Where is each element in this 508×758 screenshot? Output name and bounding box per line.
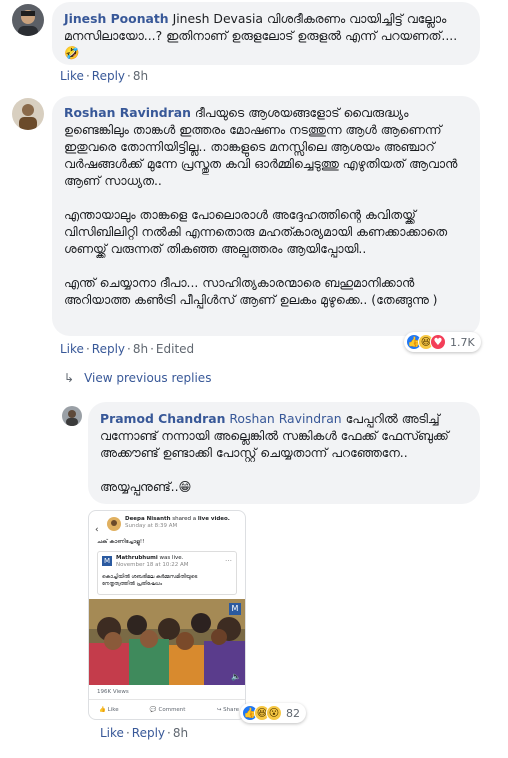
view-count: 196K Views — [97, 689, 129, 695]
view-previous-replies[interactable]: ↳ View previous replies — [64, 371, 211, 385]
shared-post-image[interactable]: ‹ Deepa Nisanth shared a live video. Sun… — [88, 510, 246, 720]
comment-actions: Like · Reply · 8h — [60, 69, 149, 83]
reaction-count: 1.7K — [450, 335, 475, 349]
reply-link[interactable]: Reply — [132, 726, 165, 740]
reaction-summary[interactable]: 👍 😆 😮 82 — [240, 703, 306, 723]
mini-comment-button: 💬 Comment — [149, 707, 186, 713]
mini-share-button: ↪ Share — [216, 707, 239, 713]
comment-text: എന്ത് ചെയ്യാനാ ദീപാ... സാഹിത്യകാരന്മാരെ … — [64, 275, 438, 307]
timestamp[interactable]: 8h — [133, 342, 148, 356]
shared-text: shared a — [172, 516, 197, 522]
like-link[interactable]: Like — [100, 726, 124, 740]
more-icon: … — [225, 555, 232, 563]
mathrubhumi-logo-icon: M — [102, 556, 112, 566]
video-description: കൊച്ചിയിൽ ശബരിമല കർമ്മസമിതിയുടെ നേതൃത്വത… — [102, 574, 198, 587]
reply-text: അയ്യപ്പനുണ്ട്..😁 — [100, 479, 192, 494]
comment-text: എന്തായാലും താങ്കളെ പോലൊരാൾ അദ്ദേഹത്തിന്റ… — [64, 207, 448, 256]
shared-caption: ചക് കാണിച്ചോളൂ!! — [97, 539, 145, 545]
comment-icon: 💬 — [149, 707, 157, 713]
sharer-name: Deepa Nisanth — [125, 516, 171, 522]
timestamp[interactable]: 8h — [133, 69, 148, 83]
page-name: Mathrubhumi — [116, 555, 158, 561]
share-icon: ↪ — [216, 707, 222, 713]
reply-actions: Like · Reply · 8h — [100, 726, 189, 740]
page-date: November 18 at 10:22 AM — [116, 562, 189, 568]
love-reaction-icon: ♥ — [430, 334, 446, 350]
comment-author[interactable]: Roshan Ravindran — [64, 105, 191, 120]
page-suffix: was live. — [159, 555, 184, 561]
like-icon: 👍 — [99, 707, 106, 713]
reply-arrow-icon: ↳ — [64, 371, 75, 385]
comment-bubble: Jinesh Poonath Jinesh Devasia വിശദീകരണം … — [52, 2, 480, 65]
live-text: live video. — [197, 516, 230, 522]
comment-author[interactable]: Jinesh Poonath — [64, 11, 169, 26]
avatar — [107, 517, 121, 531]
like-link[interactable]: Like — [60, 342, 84, 356]
like-link[interactable]: Like — [60, 69, 84, 83]
chevron-left-icon: ‹ — [95, 525, 99, 535]
avatar[interactable] — [12, 4, 44, 36]
mention-link[interactable]: Roshan Ravindran — [229, 411, 341, 426]
shared-date: Sunday at 8:39 AM — [125, 523, 178, 529]
video-thumbnail[interactable]: M 🔈 — [89, 599, 245, 685]
reaction-summary[interactable]: 👍 😆 ♥ 1.7K — [404, 332, 481, 352]
comment-bubble: Roshan Ravindran ദീപയുടെ ആശയങ്ങളോട് വൈരു… — [52, 96, 480, 336]
volume-icon[interactable]: 🔈 — [231, 672, 241, 681]
mini-like-button: 👍 Like — [99, 707, 119, 713]
avatar[interactable] — [12, 98, 44, 130]
timestamp[interactable]: 8h — [173, 726, 188, 740]
wow-reaction-icon: 😮 — [266, 705, 282, 721]
avatar[interactable] — [62, 406, 82, 426]
reply-link[interactable]: Reply — [92, 69, 125, 83]
comment-actions: Like · Reply · 8h · Edited — [60, 342, 195, 356]
edited-label[interactable]: Edited — [156, 342, 194, 356]
reply-link[interactable]: Reply — [92, 342, 125, 356]
reply-author[interactable]: Pramod Chandran — [100, 411, 225, 426]
mathrubhumi-watermark-icon: M — [229, 603, 241, 615]
reply-bubble: Pramod Chandran Roshan Ravindran പേപ്പറി… — [88, 402, 480, 504]
reaction-count: 82 — [286, 706, 300, 720]
